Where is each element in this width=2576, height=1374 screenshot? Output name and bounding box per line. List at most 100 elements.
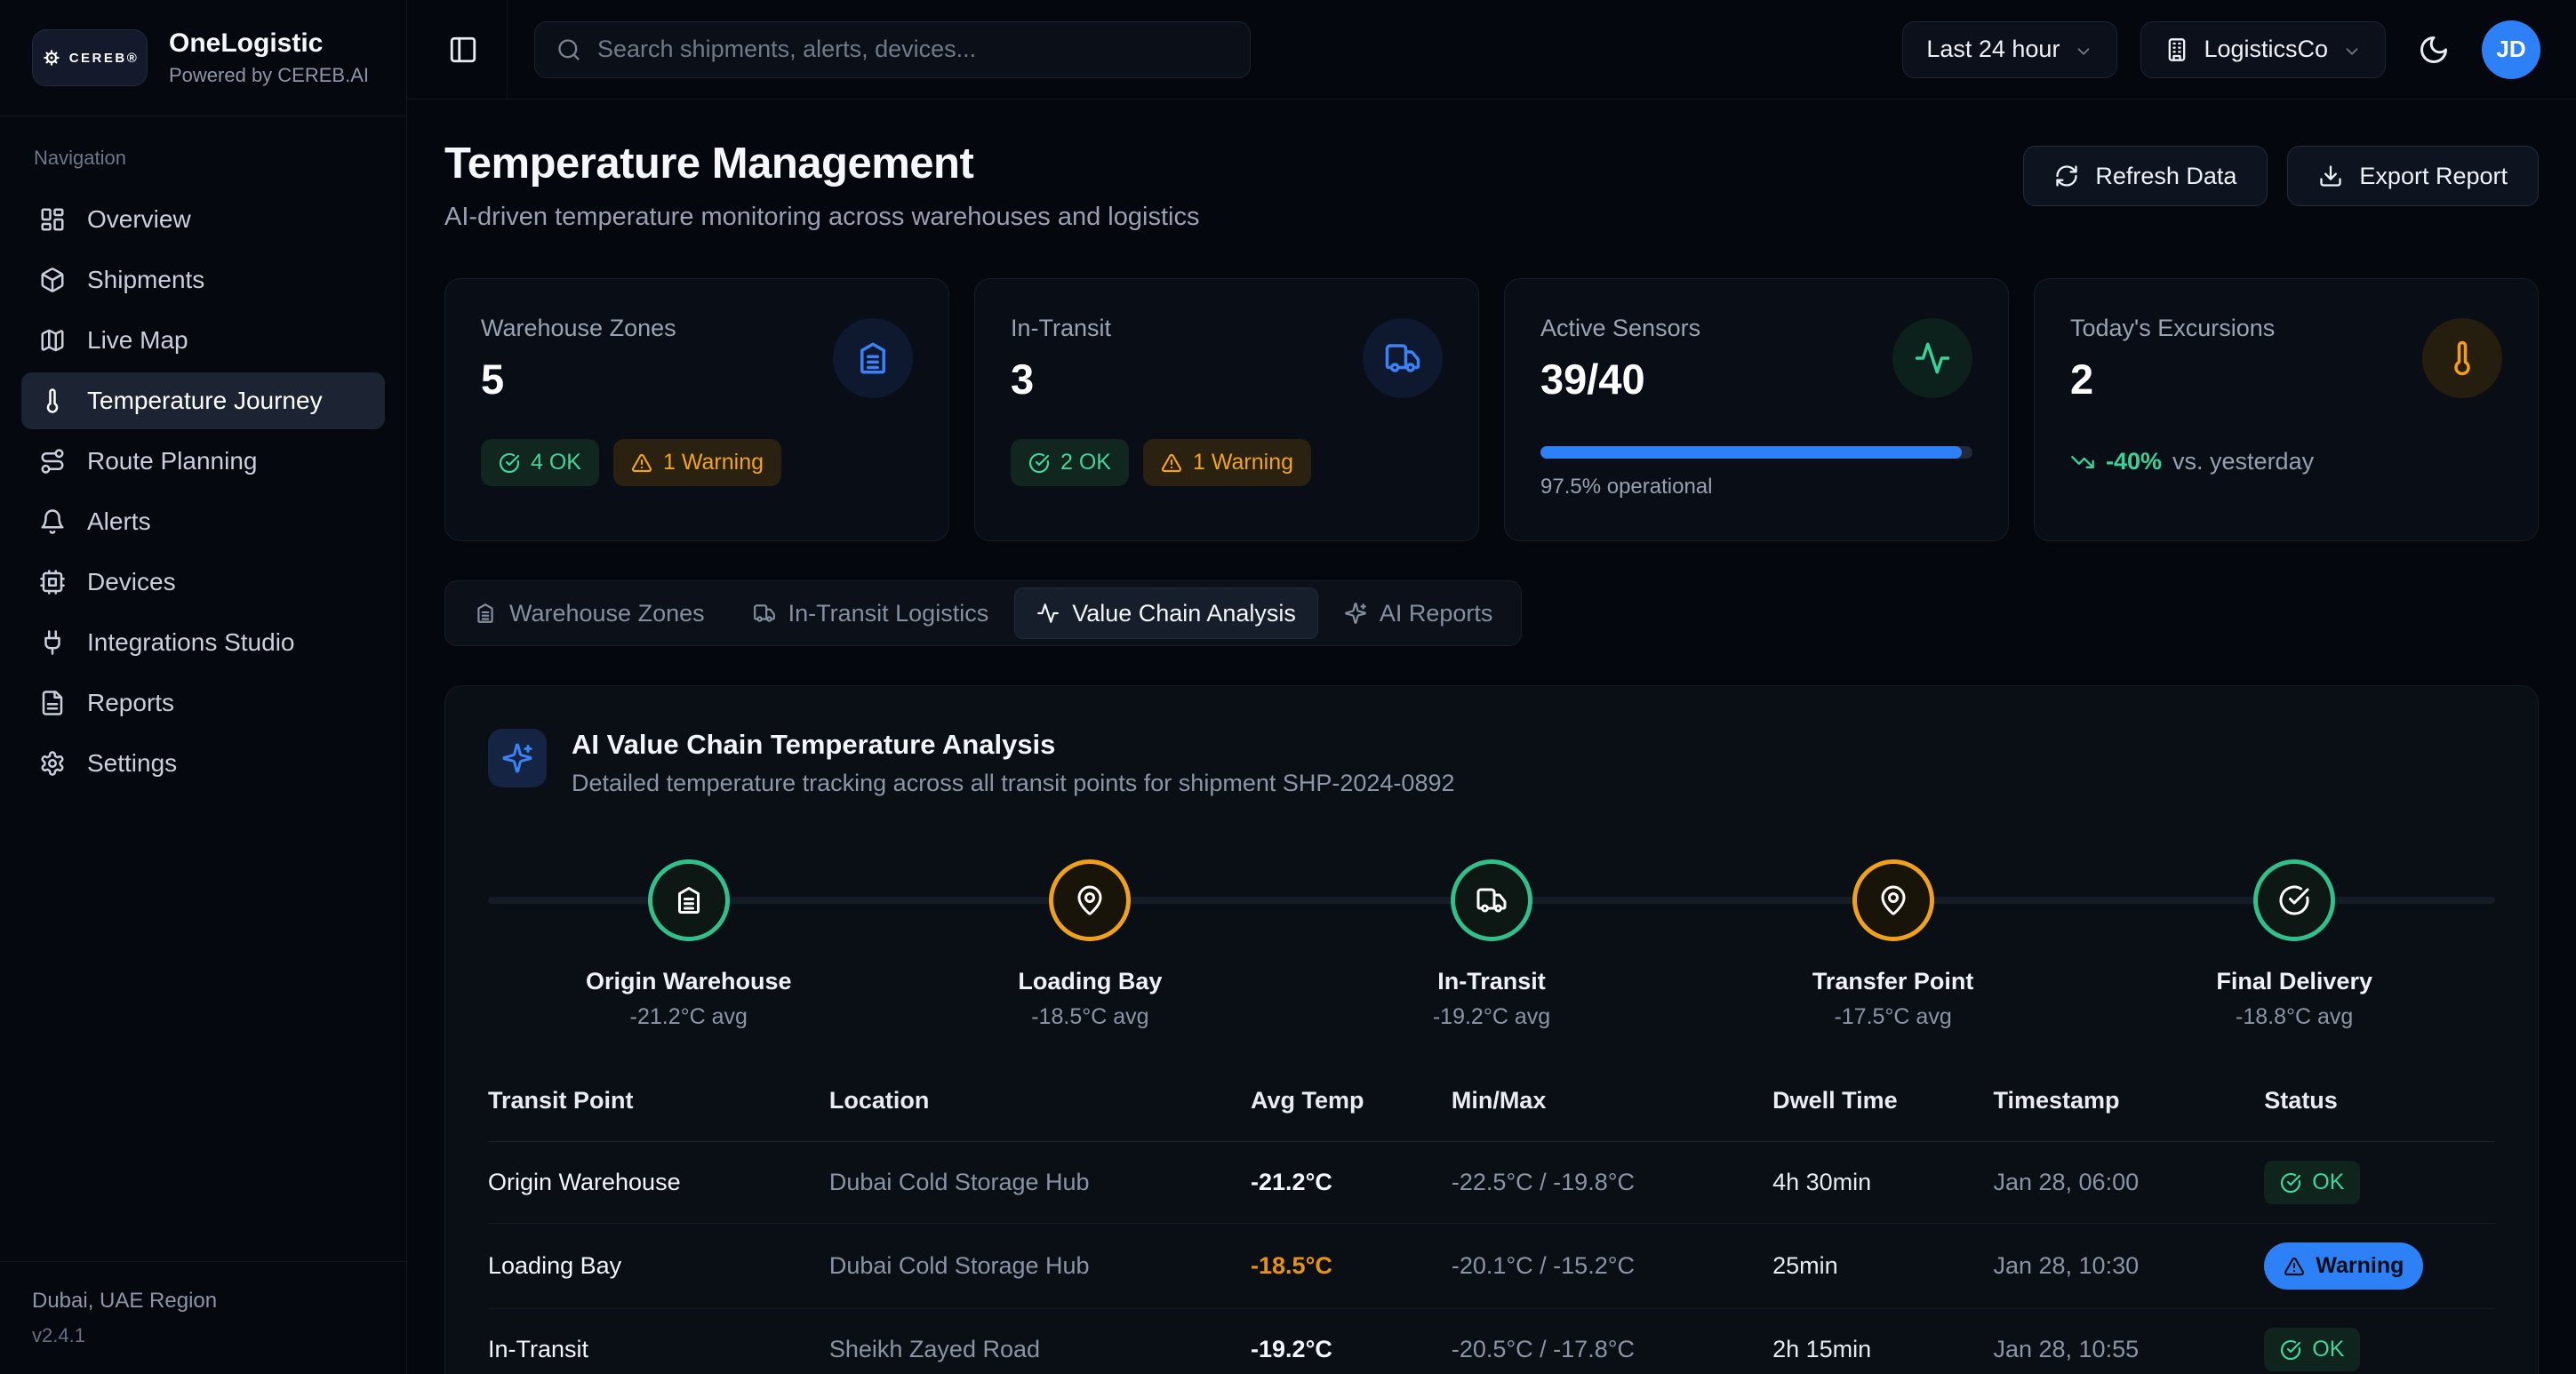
avatar[interactable]: JD — [2482, 20, 2540, 79]
map-pin-icon — [1049, 859, 1131, 941]
tab-ai-reports[interactable]: AI Reports — [1322, 587, 1516, 639]
stats-row: Warehouse Zones 5 4 OK 1 Warning In-Tran… — [444, 278, 2539, 541]
table-header-row: Transit Point Location Avg Temp Min/Max … — [488, 1087, 2495, 1142]
truck-icon — [753, 602, 776, 625]
cell-minmax: -22.5°C / -19.8°C — [1452, 1142, 1772, 1224]
value-chain-panel: AI Value Chain Temperature Analysis Deta… — [444, 685, 2539, 1374]
triangle-alert-icon — [631, 452, 652, 474]
map-icon — [39, 327, 66, 354]
region-label: Dubai, UAE Region — [32, 1289, 374, 1314]
logo-text: CEREB® — [69, 51, 140, 66]
stat-card-todays-excursions: Today's Excursions 2 -40% vs. yesterday — [2034, 278, 2539, 541]
sidebar-item-shipments[interactable]: Shipments — [21, 252, 385, 308]
status-text: Warning — [2316, 1253, 2404, 1279]
badge-text: 4 OK — [531, 450, 581, 475]
view-tabs: Warehouse Zones In-Transit Logistics Val… — [444, 580, 1522, 646]
warning-badge: 1 Warning — [1143, 439, 1311, 486]
page-header: Temperature Management AI-driven tempera… — [444, 139, 2539, 232]
activity-icon — [1036, 602, 1060, 625]
check-circle-icon — [2280, 1339, 2301, 1361]
trend-value: -40% — [2106, 448, 2162, 475]
trend-row: -40% vs. yesterday — [2070, 448, 2502, 475]
status-text: OK — [2312, 1337, 2344, 1362]
file-text-icon — [39, 690, 66, 716]
chevron-down-icon — [2342, 40, 2362, 60]
sidebar-item-integrations-studio[interactable]: Integrations Studio — [21, 614, 385, 671]
thermometer-icon — [2422, 318, 2502, 398]
sidebar-item-label: Reports — [87, 689, 174, 717]
sidebar-item-settings[interactable]: Settings — [21, 735, 385, 792]
tab-value-chain-analysis[interactable]: Value Chain Analysis — [1014, 587, 1318, 639]
step-avg-temp: -19.2°C avg — [1433, 1004, 1550, 1030]
sidebar-item-route-planning[interactable]: Route Planning — [21, 433, 385, 490]
brand-tagline: Powered by CEREB.AI — [169, 64, 369, 87]
search-box — [534, 21, 1251, 78]
badge-text: 1 Warning — [663, 450, 764, 475]
check-circle-icon — [2280, 1172, 2301, 1194]
refresh-label: Refresh Data — [2095, 163, 2236, 190]
sidebar-toggle-button[interactable] — [443, 29, 484, 70]
theme-toggle-button[interactable] — [2412, 28, 2455, 71]
tab-warehouse-zones[interactable]: Warehouse Zones — [452, 587, 727, 639]
cell-transit-point: In-Transit — [488, 1309, 829, 1374]
tab-label: Warehouse Zones — [509, 600, 705, 627]
page-title: Temperature Management — [444, 139, 1199, 188]
route-icon — [39, 448, 66, 475]
brand-name: OneLogistic — [169, 28, 369, 59]
sidebar-item-devices[interactable]: Devices — [21, 554, 385, 611]
col-transit-point: Transit Point — [488, 1087, 829, 1142]
moon-icon — [2418, 34, 2450, 66]
export-report-button[interactable]: Export Report — [2287, 146, 2539, 206]
sidebar-item-temperature-journey[interactable]: Temperature Journey — [21, 372, 385, 429]
bell-icon — [39, 508, 66, 535]
cell-location: Dubai Cold Storage Hub — [829, 1224, 1251, 1309]
sidebar: CEREB® OneLogistic Powered by CEREB.AI N… — [0, 0, 407, 1374]
step-name: Final Delivery — [2216, 968, 2372, 995]
sidebar-item-overview[interactable]: Overview — [21, 191, 385, 248]
chevron-down-icon — [2074, 40, 2093, 60]
org-select[interactable]: LogisticsCo — [2140, 21, 2386, 78]
tab-in-transit-logistics[interactable]: In-Transit Logistics — [731, 587, 1012, 639]
ai-sparkles-icon — [488, 729, 547, 787]
warehouse-icon — [648, 859, 730, 941]
sidebar-header: CEREB® OneLogistic Powered by CEREB.AI — [0, 0, 406, 116]
sidebar-item-alerts[interactable]: Alerts — [21, 493, 385, 550]
sidebar-item-label: Shipments — [87, 266, 204, 294]
stat-badges: 2 OK 1 Warning — [1011, 439, 1443, 486]
app-root: CEREB® OneLogistic Powered by CEREB.AI N… — [0, 0, 2576, 1374]
version-label: v2.4.1 — [32, 1324, 374, 1347]
cell-timestamp: Jan 28, 10:55 — [1993, 1309, 2264, 1374]
sidebar-item-label: Devices — [87, 568, 176, 596]
sparkles-icon — [1344, 602, 1367, 625]
table-row: Origin Warehouse Dubai Cold Storage Hub … — [488, 1142, 2495, 1224]
cereb-logo: CEREB® — [32, 29, 148, 86]
sidebar-item-live-map[interactable]: Live Map — [21, 312, 385, 369]
org-value: LogisticsCo — [2204, 36, 2328, 63]
panel-title: AI Value Chain Temperature Analysis — [572, 729, 1455, 761]
cell-transit-point: Origin Warehouse — [488, 1142, 829, 1224]
transit-table: Transit Point Location Avg Temp Min/Max … — [488, 1087, 2495, 1374]
ok-badge: 2 OK — [1011, 439, 1129, 486]
col-avg-temp: Avg Temp — [1251, 1087, 1452, 1142]
truck-icon — [1451, 859, 1532, 941]
refresh-data-button[interactable]: Refresh Data — [2023, 146, 2268, 206]
export-label: Export Report — [2359, 163, 2508, 190]
time-range-value: Last 24 hour — [1926, 36, 2060, 63]
brand-block: OneLogistic Powered by CEREB.AI — [169, 28, 369, 87]
cell-dwell-time: 25min — [1772, 1224, 1993, 1309]
status-badge: OK — [2264, 1328, 2360, 1371]
main-area: Last 24 hour LogisticsCo JD Temperature … — [407, 0, 2576, 1374]
page-actions: Refresh Data Export Report — [2023, 146, 2539, 206]
cell-avg-temp: -18.5°C — [1251, 1224, 1452, 1309]
topbar-divider — [507, 0, 508, 99]
stat-card-active-sensors: Active Sensors 39/40 97.5% operational — [1504, 278, 2009, 541]
time-range-select[interactable]: Last 24 hour — [1902, 21, 2117, 78]
status-badge: Warning — [2264, 1242, 2423, 1290]
truck-icon — [1363, 318, 1443, 398]
table-row: In-Transit Sheikh Zayed Road -19.2°C -20… — [488, 1309, 2495, 1374]
cell-timestamp: Jan 28, 06:00 — [1993, 1142, 2264, 1224]
sidebar-item-label: Route Planning — [87, 447, 257, 475]
search-input[interactable] — [597, 36, 1228, 63]
check-circle-icon — [1028, 452, 1050, 474]
sidebar-item-reports[interactable]: Reports — [21, 675, 385, 731]
